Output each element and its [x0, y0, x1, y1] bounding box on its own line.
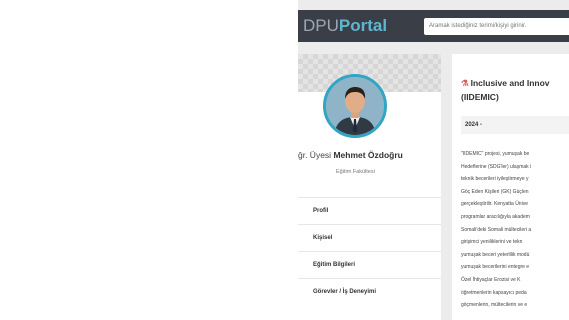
description-line: programlar aracılığıyla akadem: [461, 213, 530, 220]
portal-page: DPUPortal Aramak istediğiniz terimi/kişi…: [298, 0, 569, 320]
description-line: teknik becerileri iyileştirmeye y: [461, 176, 529, 183]
faculty-label: Eğitim Fakültesi: [336, 169, 375, 175]
description-line: yumuşak becerilerini entegre e: [461, 264, 530, 271]
top-navbar: DPUPortal Aramak istediğiniz terimi/kişi…: [298, 10, 569, 42]
description-line: Somali'deki Somali mültecileri a: [461, 226, 532, 233]
avatar: [323, 74, 387, 138]
project-title-line1: Inclusive and Innov: [470, 78, 550, 88]
profile-menu: Profil Kişisel Eğitim Bilgileri Görevler…: [298, 197, 441, 305]
project-title-line2: (IIDEMIC): [461, 92, 499, 102]
project-panel: ⚗ Inclusive and Innov (IIDEMIC) 2024 - "I…: [452, 54, 569, 320]
flask-icon: ⚗: [461, 78, 469, 88]
profile-name: ğr. Üyesi Mehmet Özdoğru: [298, 150, 441, 160]
menu-item-profil[interactable]: Profil: [298, 197, 441, 224]
description-line: Hedeflerine (SDG'ler) ulaşmak i: [461, 163, 532, 170]
search-input[interactable]: Aramak istediğiniz terimi/kişiyi girinir…: [424, 18, 569, 35]
description-line: girişimci yeniliklerini ve tekn: [461, 239, 523, 246]
project-date: 2024 -: [461, 116, 569, 134]
description-line: yumuşak beceri yeterlilik modü: [461, 251, 530, 258]
profile-card: ğr. Üyesi Mehmet Özdoğru Eğitim Fakültes…: [298, 54, 441, 320]
logo-text-dpu: DPU: [303, 16, 339, 35]
menu-item-kisisel[interactable]: Kişisel: [298, 224, 441, 251]
description-line: "IIDEMIC" projesi, yumuşak be: [461, 151, 530, 157]
description-line: Göç Eden Kişileri (GK) Güçlen: [461, 188, 529, 195]
menu-item-egitim-bilgileri[interactable]: Eğitim Bilgileri: [298, 251, 441, 278]
person-name: Mehmet Özdoğru: [333, 150, 403, 160]
description-line: Özel İhtiyaçlar Erozisi ve K: [461, 276, 521, 283]
description-line: gerçekleştirilir. Kenyatta Ünive: [461, 201, 528, 208]
project-description: "IIDEMIC" projesi, yumuşak be Hedeflerin…: [461, 148, 569, 312]
academic-title: ğr. Üyesi: [298, 150, 332, 160]
description-line: öğretmenlerin kapsayıcı peda: [461, 289, 527, 296]
portal-logo[interactable]: DPUPortal: [303, 15, 387, 37]
description-line: göçmenlerin, mültecilerin ve e: [461, 302, 528, 309]
avatar-photo-icon: [326, 77, 384, 135]
project-title: ⚗ Inclusive and Innov (IIDEMIC): [461, 76, 569, 104]
logo-text-portal: Portal: [338, 16, 388, 35]
menu-item-gorevler[interactable]: Görevler / İş Deneyimi: [298, 278, 441, 305]
